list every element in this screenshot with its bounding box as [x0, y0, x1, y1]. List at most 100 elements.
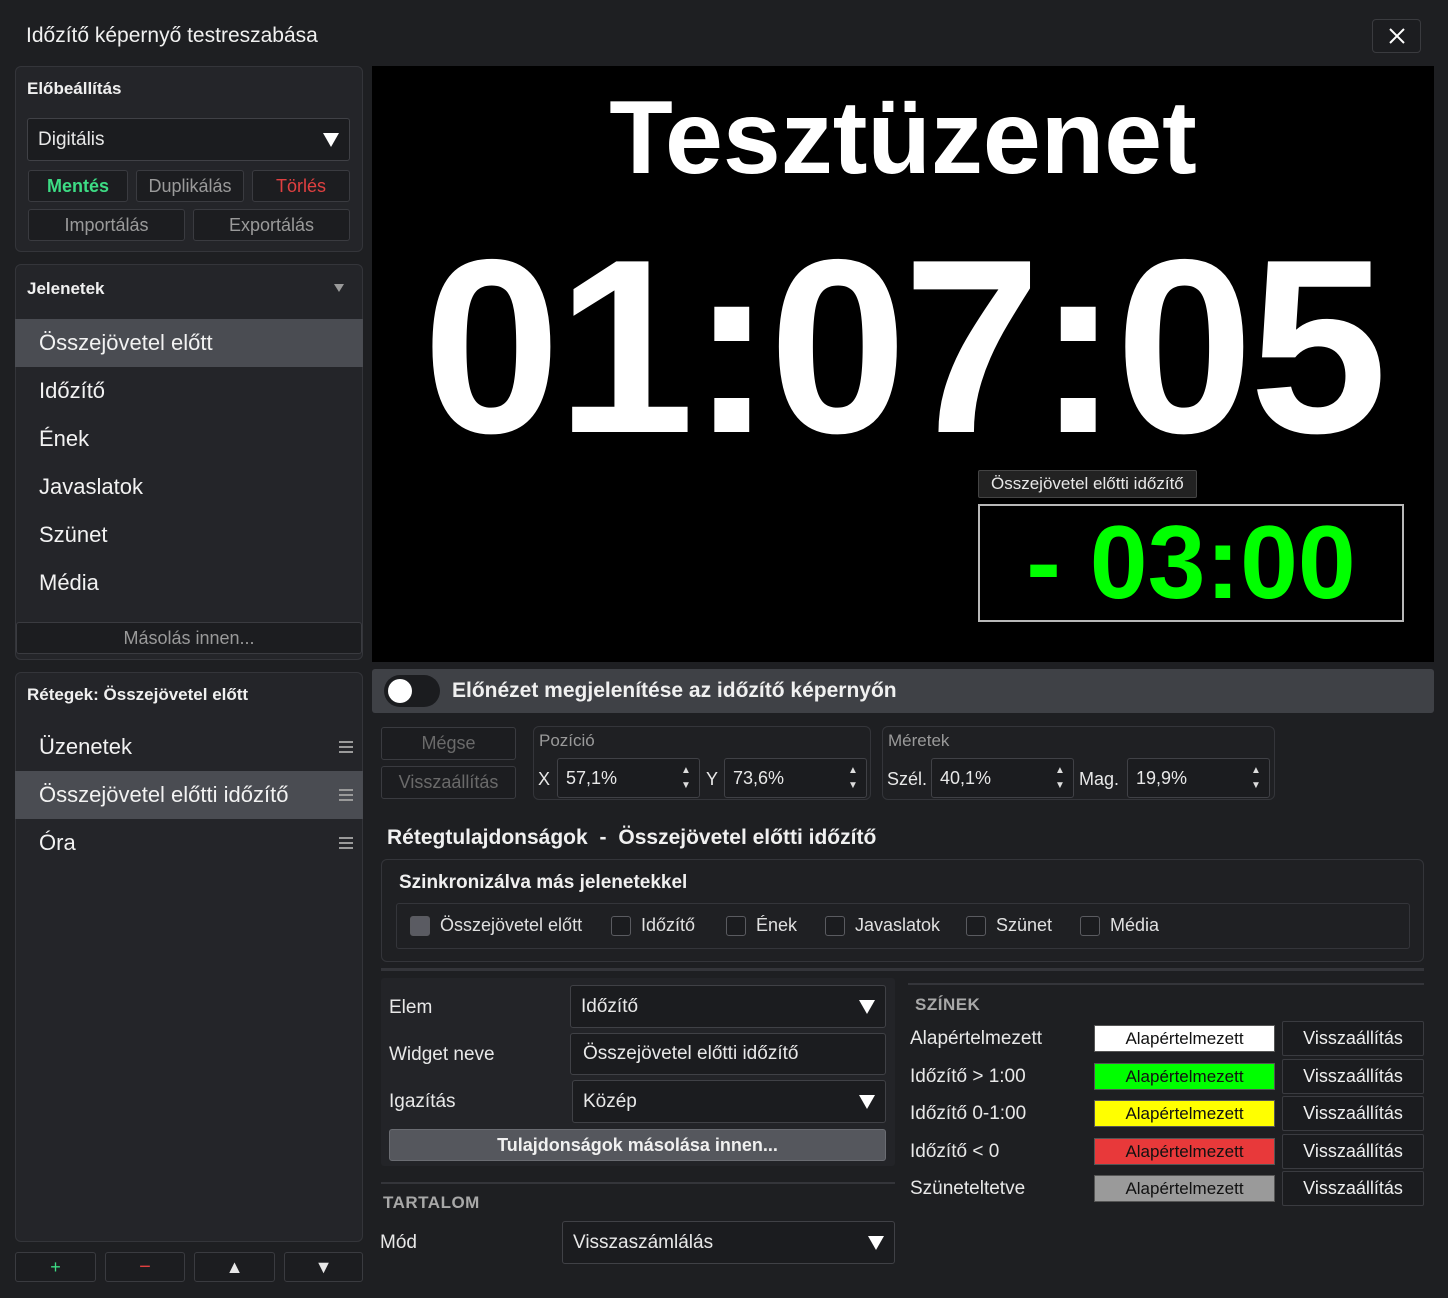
- size-width-value: 40,1%: [940, 767, 992, 788]
- checkbox-label: Ének: [756, 915, 798, 935]
- color-swatch-button[interactable]: Alapértelmezett: [1094, 1138, 1275, 1165]
- color-swatch-button[interactable]: Alapértelmezett: [1094, 1100, 1275, 1127]
- checkbox[interactable]: [966, 915, 986, 936]
- position-x-input[interactable]: 57,1% ▲ ▼: [557, 758, 700, 798]
- scene-item[interactable]: Szünet: [15, 511, 363, 559]
- scene-item[interactable]: Média: [15, 559, 363, 607]
- color-swatch-button[interactable]: Alapértelmezett: [1094, 1063, 1275, 1090]
- checkbox-label: Szünet: [996, 915, 1053, 935]
- chevron-down-icon: [868, 1235, 884, 1250]
- preview-message[interactable]: Tesztüzenet: [372, 78, 1434, 198]
- scene-item[interactable]: Ének: [15, 415, 363, 463]
- reset-button[interactable]: Visszaállítás: [381, 766, 516, 799]
- layer-properties-label: Rétegtulajdonságok: [387, 826, 588, 849]
- layer-item[interactable]: Óra: [15, 819, 363, 867]
- drag-handle-icon[interactable]: [339, 789, 353, 801]
- position-y-value: 73,6%: [733, 767, 785, 788]
- preview-clock[interactable]: 01:07:05: [372, 216, 1434, 476]
- checkbox[interactable]: [1080, 915, 1100, 936]
- window-title: Időzítő képernyő testreszabása: [26, 24, 318, 47]
- spinner[interactable]: ▲ ▼: [1249, 764, 1263, 792]
- preset-header: Előbeállítás: [27, 79, 122, 98]
- layer-item[interactable]: Összejövetel előtti időzítő: [15, 771, 363, 819]
- preview-timer: - 03:00: [1026, 505, 1356, 621]
- scene-item[interactable]: Összejövetel előtt: [15, 319, 363, 367]
- spin-down-icon[interactable]: ▼: [1251, 779, 1261, 792]
- color-reset-button[interactable]: Visszaállítás: [1282, 1021, 1424, 1056]
- divider: [908, 983, 1424, 985]
- preset-select-value: Digitális: [38, 128, 105, 150]
- save-button[interactable]: Mentés: [28, 170, 128, 202]
- preview-toggle-switch[interactable]: [384, 675, 440, 707]
- spin-up-icon[interactable]: ▲: [1251, 764, 1261, 777]
- spin-down-icon[interactable]: ▼: [848, 779, 858, 792]
- color-reset-button[interactable]: Visszaállítás: [1282, 1096, 1424, 1131]
- copy-properties-button[interactable]: Tulajdonságok másolása innen...: [389, 1129, 886, 1161]
- element-select-value: Időzítő: [581, 995, 639, 1017]
- spin-down-icon[interactable]: ▼: [1055, 779, 1065, 792]
- duplicate-button[interactable]: Duplikálás: [136, 170, 244, 202]
- color-row-label: Időzítő < 0: [910, 1141, 1000, 1162]
- size-width-label: Szél.: [887, 769, 928, 789]
- element-label: Elem: [389, 997, 433, 1018]
- spinner[interactable]: ▲ ▼: [846, 764, 860, 792]
- scenes-header: Jelenetek: [27, 279, 105, 298]
- cancel-button[interactable]: Mégse: [381, 727, 516, 760]
- widget-name-value: Összejövetel előtti időzítő: [583, 1043, 799, 1064]
- colors-header: SZÍNEK: [915, 995, 981, 1014]
- widget-name-input[interactable]: Összejövetel előtti időzítő: [570, 1033, 886, 1075]
- layer-item-label: Összejövetel előtti időzítő: [39, 782, 289, 807]
- position-y-input[interactable]: 73,6% ▲ ▼: [724, 758, 867, 798]
- sync-checkbox-item[interactable]: Összejövetel előtt: [410, 915, 582, 936]
- spin-up-icon[interactable]: ▲: [848, 764, 858, 777]
- layer-properties-title: Rétegtulajdonságok - Összejövetel előtti…: [387, 826, 876, 850]
- color-reset-button[interactable]: Visszaállítás: [1282, 1171, 1424, 1206]
- color-swatch-button[interactable]: Alapértelmezett: [1094, 1175, 1275, 1202]
- size-height-input[interactable]: 19,9% ▲ ▼: [1127, 758, 1270, 798]
- preset-select[interactable]: Digitális: [27, 118, 350, 161]
- layer-item-label: Üzenetek: [39, 734, 132, 759]
- sync-checkbox-item[interactable]: Média: [1080, 915, 1159, 936]
- checkbox[interactable]: [825, 915, 845, 936]
- move-down-button[interactable]: ▼: [284, 1252, 363, 1282]
- color-swatch-button[interactable]: Alapértelmezett: [1094, 1025, 1275, 1052]
- spin-up-icon[interactable]: ▲: [1055, 764, 1065, 777]
- sync-checkbox-item[interactable]: Időzítő: [611, 915, 695, 936]
- checkbox[interactable]: [611, 915, 631, 936]
- color-row-label: Időzítő > 1:00: [910, 1066, 1026, 1087]
- import-button[interactable]: Importálás: [28, 209, 185, 241]
- export-button[interactable]: Exportálás: [193, 209, 350, 241]
- add-layer-button[interactable]: +: [15, 1252, 96, 1282]
- move-up-button[interactable]: ▲: [194, 1252, 275, 1282]
- close-button[interactable]: [1372, 19, 1421, 53]
- alignment-select[interactable]: Közép: [572, 1080, 886, 1123]
- layer-properties-layer-name: Összejövetel előtti időzítő: [618, 826, 877, 849]
- spin-up-icon[interactable]: ▲: [681, 764, 691, 777]
- scene-item[interactable]: Javaslatok: [15, 463, 363, 511]
- spinner[interactable]: ▲ ▼: [679, 764, 693, 792]
- chevron-down-icon: [859, 1094, 875, 1109]
- color-row-label: Időzítő 0-1:00: [910, 1103, 1027, 1124]
- layer-item[interactable]: Üzenetek: [15, 723, 363, 771]
- scenes-collapse-icon[interactable]: [334, 284, 344, 292]
- size-width-input[interactable]: 40,1% ▲ ▼: [931, 758, 1074, 798]
- color-reset-button[interactable]: Visszaállítás: [1282, 1134, 1424, 1169]
- sync-checkbox-item[interactable]: Ének: [726, 915, 797, 936]
- mode-select[interactable]: Visszaszámlálás: [562, 1221, 895, 1264]
- drag-handle-icon[interactable]: [339, 837, 353, 849]
- sync-checkbox-item[interactable]: Szünet: [966, 915, 1052, 936]
- position-x-value: 57,1%: [566, 767, 618, 788]
- drag-handle-icon[interactable]: [339, 741, 353, 753]
- scene-item[interactable]: Időzítő: [15, 367, 363, 415]
- layer-item-label: Óra: [39, 830, 76, 855]
- delete-button[interactable]: Törlés: [252, 170, 350, 202]
- sync-checkbox-item[interactable]: Javaslatok: [825, 915, 940, 936]
- checkbox[interactable]: [726, 915, 746, 936]
- color-reset-button[interactable]: Visszaállítás: [1282, 1059, 1424, 1094]
- checkbox[interactable]: [410, 915, 430, 936]
- spin-down-icon[interactable]: ▼: [681, 779, 691, 792]
- spinner[interactable]: ▲ ▼: [1053, 764, 1067, 792]
- remove-layer-button[interactable]: −: [105, 1252, 185, 1282]
- copy-scene-from-button[interactable]: Másolás innen...: [16, 622, 362, 654]
- element-select[interactable]: Időzítő: [570, 985, 886, 1028]
